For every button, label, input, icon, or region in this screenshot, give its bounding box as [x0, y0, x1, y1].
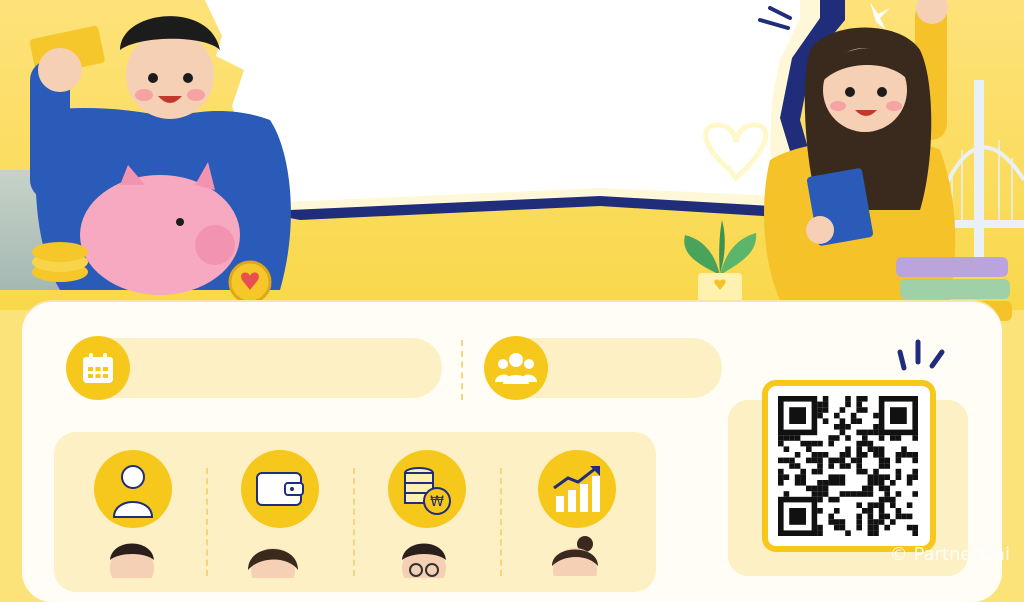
people-icon-circle [484, 336, 548, 400]
avatar-man-1 [110, 543, 154, 578]
person-icon-circle [94, 450, 172, 528]
growth-chart-icon [553, 466, 600, 512]
calendar-icon [83, 353, 113, 383]
sparkle-lines-icon [897, 339, 945, 371]
growth-chart-icon-circle [538, 450, 616, 528]
qr-code-pattern [778, 396, 918, 536]
date-pill [80, 338, 442, 398]
calendar-icon-circle [66, 336, 130, 400]
watermark-text: © Partners.ai [889, 544, 1010, 565]
person-icon [112, 465, 154, 518]
svg-text:₩: ₩ [430, 494, 444, 510]
man-with-piggy-bank-illustration [29, 16, 291, 304]
info-row-divider [461, 340, 463, 400]
avatar-woman-1 [248, 548, 298, 578]
coin-stack-won-icon-circle: ₩ [388, 450, 466, 528]
stats-divider-3 [500, 468, 502, 576]
wallet-icon [256, 472, 304, 506]
coin-stack-won-icon: ₩ [404, 467, 451, 515]
avatar-woman-bun [552, 536, 598, 576]
stats-divider-1 [206, 468, 208, 576]
potted-plant-illustration [684, 220, 757, 303]
wallet-icon-circle [241, 450, 319, 528]
people-icon [495, 353, 537, 384]
avatar-man-glasses [402, 543, 446, 578]
qr-code[interactable] [762, 380, 936, 552]
stats-divider-2 [353, 468, 355, 576]
